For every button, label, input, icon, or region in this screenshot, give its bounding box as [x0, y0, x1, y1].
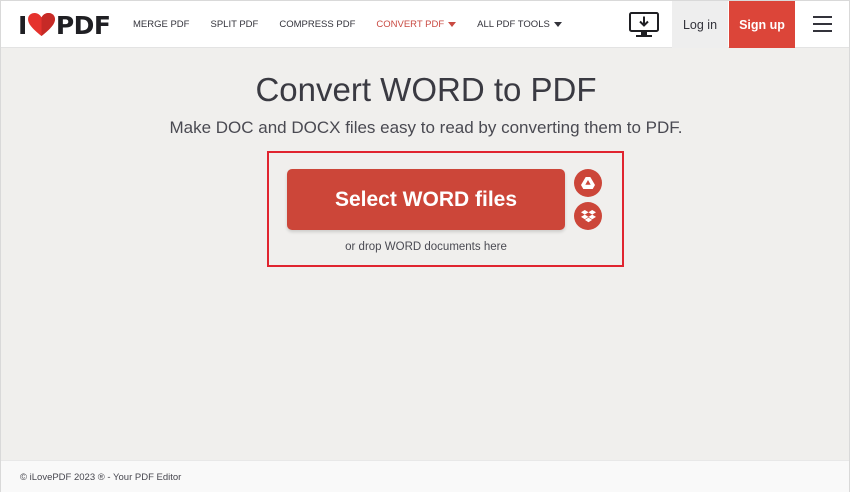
copyright-text: © iLovePDF 2023 ® - Your PDF Editor: [20, 472, 182, 483]
menu-bar: [813, 23, 832, 25]
nav-convert-pdf[interactable]: CONVERT PDF: [376, 19, 457, 30]
dropbox-icon: [580, 209, 596, 222]
page-footer: © iLovePDF 2023 ® - Your PDF Editor: [1, 460, 849, 492]
google-drive-button[interactable]: [574, 169, 602, 197]
select-files-button[interactable]: Select WORD files: [287, 169, 565, 230]
logo-text-pdf: PDF: [55, 10, 111, 40]
signup-button[interactable]: Sign up: [729, 1, 795, 48]
nav-split-pdf[interactable]: SPLIT PDF: [210, 19, 258, 30]
logo-text-i: I: [18, 10, 27, 40]
nav-label: MERGE PDF: [133, 19, 190, 30]
login-button[interactable]: Log in: [672, 1, 728, 48]
menu-bar: [813, 30, 832, 32]
google-drive-icon: [581, 177, 595, 189]
top-header: I PDF MERGE PDF SPLIT PDF COMPRESS PDF C…: [1, 1, 849, 48]
nav-label: COMPRESS PDF: [279, 19, 356, 30]
nav-label: SPLIT PDF: [210, 19, 259, 30]
nav-merge-pdf[interactable]: MERGE PDF: [133, 19, 189, 30]
drop-hint-text: or drop WORD documents here: [345, 241, 507, 253]
hamburger-menu-icon[interactable]: [813, 16, 832, 33]
nav-label: ALL PDF TOOLS: [477, 19, 550, 30]
nav-compress-pdf[interactable]: COMPRESS PDF: [279, 19, 355, 30]
main-nav: MERGE PDF SPLIT PDF COMPRESS PDF CONVERT…: [133, 1, 583, 48]
heart-icon: [27, 13, 55, 37]
page-title: Convert WORD to PDF: [255, 71, 597, 108]
caret-down-icon: [553, 22, 562, 27]
caret-down-icon: [448, 22, 457, 27]
nav-all-pdf-tools[interactable]: ALL PDF TOOLS: [477, 19, 562, 30]
ilovepdf-logo[interactable]: I PDF: [18, 10, 111, 40]
page-subtitle: Make DOC and DOCX files easy to read by …: [169, 118, 683, 137]
nav-label: CONVERT PDF: [376, 19, 445, 30]
desktop-download-icon[interactable]: [629, 12, 659, 38]
dropbox-button[interactable]: [574, 202, 602, 230]
menu-bar: [813, 16, 832, 18]
